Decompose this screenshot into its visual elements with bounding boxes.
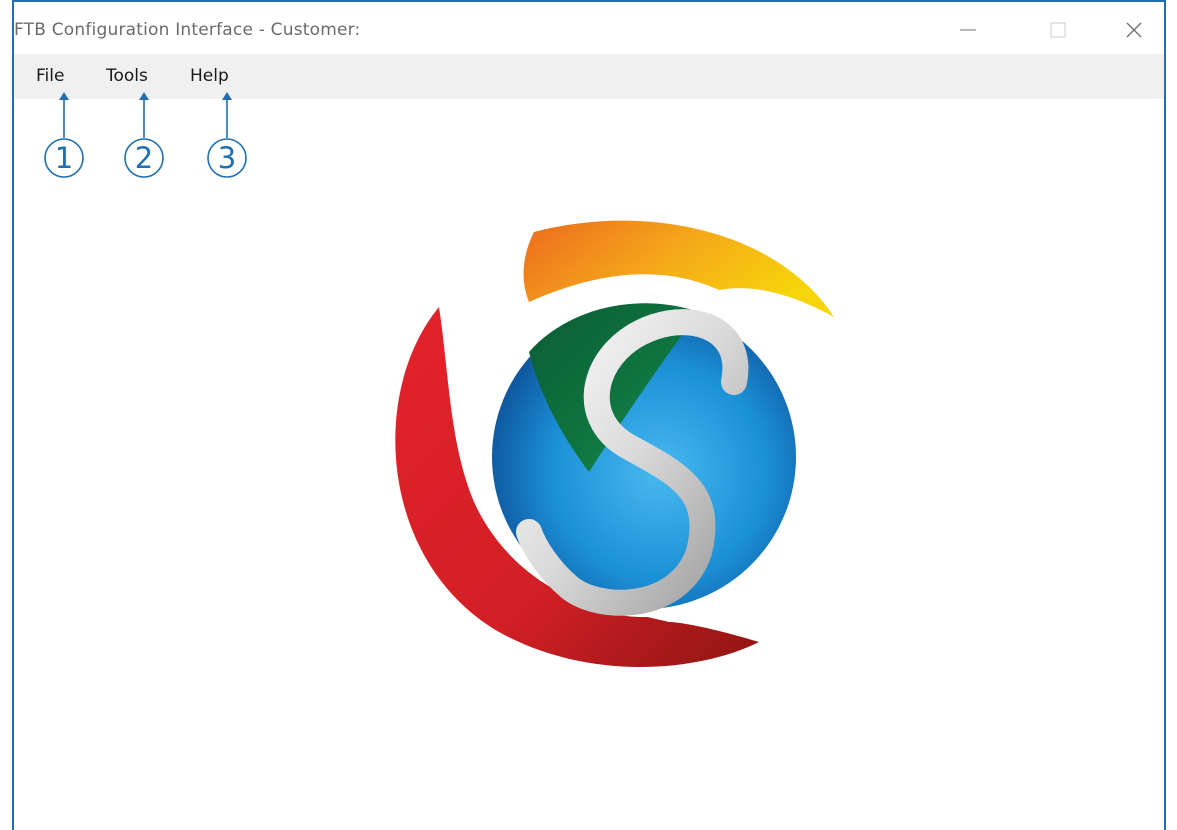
callout-label-1: 1 xyxy=(54,141,74,175)
close-icon xyxy=(1126,22,1142,38)
menu-tools[interactable]: Tools xyxy=(106,66,148,86)
menu-bar: File Tools Help xyxy=(14,54,1164,99)
menu-help[interactable]: Help xyxy=(190,66,229,86)
close-button[interactable] xyxy=(1114,12,1154,48)
maximize-icon xyxy=(1050,22,1066,38)
minimize-icon xyxy=(960,29,976,31)
menu-file[interactable]: File xyxy=(36,66,64,86)
minimize-button[interactable] xyxy=(948,12,988,48)
callout-label-3: 3 xyxy=(217,141,237,175)
app-window: FTB Configuration Interface - Customer: … xyxy=(12,0,1166,830)
company-logo xyxy=(395,220,834,667)
callout-label-2: 2 xyxy=(134,141,154,175)
window-title: FTB Configuration Interface - Customer: xyxy=(14,20,361,40)
maximize-button[interactable] xyxy=(1038,12,1078,48)
title-bar[interactable]: FTB Configuration Interface - Customer: xyxy=(14,2,1164,54)
